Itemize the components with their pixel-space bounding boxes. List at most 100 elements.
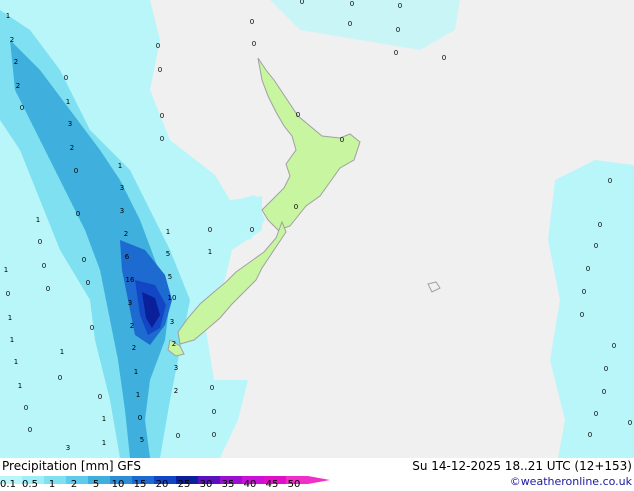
precip-value-label: 0 <box>98 393 102 401</box>
precip-value-label: 3 <box>68 120 72 128</box>
precip-value-label: 0 <box>608 177 612 185</box>
precip-value-label: 0 <box>156 42 160 50</box>
precip-value-label: 0 <box>86 279 90 287</box>
precip-value-label: 2 <box>14 58 18 66</box>
precip-value-label: 0 <box>394 49 398 57</box>
precipitation-map: 1222001320133261632211051000101111000000… <box>0 0 634 458</box>
precip-value-label: 5 <box>140 436 144 444</box>
precip-value-label: 2 <box>124 230 128 238</box>
scale-tick-label: 40 <box>243 479 257 490</box>
precip-value-label: 1 <box>102 415 106 423</box>
precip-value-label: 0 <box>208 226 212 234</box>
precip-value-label: 1 <box>14 358 18 366</box>
scale-tick-label: 10 <box>111 479 125 490</box>
precip-value-label: 1 <box>102 439 106 447</box>
precip-value-label: 0 <box>212 431 216 439</box>
scale-tick-label: 45 <box>265 479 279 490</box>
precip-value-label: 0 <box>46 285 50 293</box>
precip-value-label: 1 <box>10 336 14 344</box>
precip-value-label: 5 <box>166 250 170 258</box>
precip-value-label: 0 <box>586 265 590 273</box>
precip-value-label: 1 <box>208 248 212 256</box>
precip-value-label: 2 <box>70 144 74 152</box>
precip-value-label: 0 <box>612 342 616 350</box>
color-scale-ticks: 0.1 0.5 1 2 5 10 15 20 25 30 35 40 45 50 <box>0 479 330 491</box>
precip-value-label: 0 <box>350 0 354 8</box>
scale-tick-label: 25 <box>177 479 191 490</box>
land-north <box>450 0 634 458</box>
precip-value-label: 0 <box>594 242 598 250</box>
precip-value-label: 1 <box>134 368 138 376</box>
precip-value-label: 1 <box>136 391 140 399</box>
precip-value-label: 0 <box>398 2 402 10</box>
precip-value-label: 1 <box>118 162 122 170</box>
scale-tick-label: 1 <box>48 479 56 490</box>
precip-value-label: 0 <box>396 26 400 34</box>
precip-value-label: 0 <box>602 388 606 396</box>
precip-value-label: 0 <box>212 408 216 416</box>
precip-value-label: 0 <box>74 167 78 175</box>
precip-value-label: 0 <box>158 66 162 74</box>
precip-value-label: 0 <box>348 20 352 28</box>
credit-link[interactable]: ©weatheronline.co.uk <box>510 475 632 488</box>
scale-tick-label: 15 <box>133 479 147 490</box>
precip-value-label: 3 <box>174 364 178 372</box>
precip-value-label: 3 <box>170 318 174 326</box>
precip-value-label: 3 <box>66 444 70 452</box>
precip-value-label: 2 <box>172 340 176 348</box>
precip-value-label: 0 <box>138 414 142 422</box>
scale-tick-label: 2 <box>70 479 78 490</box>
precip-value-label: 0 <box>252 40 256 48</box>
precip-value-label: 1 <box>4 266 8 274</box>
precip-value-label: 1 <box>18 382 22 390</box>
precip-value-label: 3 <box>120 184 124 192</box>
scale-tick-label: 5 <box>92 479 100 490</box>
precip-value-label: 6 <box>125 253 130 261</box>
precip-value-label: 1 <box>60 348 64 356</box>
precip-value-label: 1 <box>8 314 12 322</box>
scale-tick-label: 20 <box>155 479 169 490</box>
precip-value-label: 0 <box>76 210 80 218</box>
precip-value-label: 0 <box>24 404 28 412</box>
precip-value-label: 0 <box>38 238 42 246</box>
precip-value-label: 0 <box>628 419 632 427</box>
precip-value-label: 0 <box>210 384 214 392</box>
precip-value-label: 0 <box>160 135 164 143</box>
precip-value-label: 2 <box>132 344 136 352</box>
scale-tick-label: 35 <box>221 479 235 490</box>
precip-value-label: 2 <box>16 82 20 90</box>
precip-value-label: 0 <box>604 365 608 373</box>
precip-value-label: 0 <box>294 203 298 211</box>
precip-value-label: 0 <box>160 112 164 120</box>
precip-value-label: 0 <box>6 290 10 298</box>
precip-value-label: 0 <box>82 256 86 264</box>
precip-value-label: 0 <box>58 374 62 382</box>
precip-value-label: 0 <box>176 432 180 440</box>
precip-value-label: 0 <box>42 262 46 270</box>
precip-value-label: 2 <box>130 322 134 330</box>
precip-value-label: 1 <box>36 216 40 224</box>
precip-value-label: 1 <box>6 12 10 20</box>
precip-value-label: 0 <box>296 111 300 119</box>
scale-tick-label: 30 <box>199 479 213 490</box>
precip-value-label: 10 <box>168 294 177 302</box>
precip-value-label: 2 <box>10 36 14 44</box>
precip-value-label: 0 <box>340 136 344 144</box>
precip-value-label: 1 <box>66 98 70 106</box>
precip-value-label: 0 <box>442 54 446 62</box>
valid-time: Su 14-12-2025 18..21 UTC (12+153) <box>412 459 632 473</box>
scale-tick-label: 50 <box>287 479 301 490</box>
scale-tick-label: 0.1 <box>0 479 16 490</box>
precip-value-label: 0 <box>64 74 68 82</box>
precip-value-label: 3 <box>128 299 132 307</box>
precip-value-label: 0 <box>598 221 602 229</box>
precip-value-label: 0 <box>588 431 592 439</box>
precip-value-label: 16 <box>126 276 135 284</box>
precip-value-label: 5 <box>168 273 172 281</box>
precip-value-label: 2 <box>174 387 178 395</box>
precip-value-label: 0 <box>580 311 584 319</box>
precip-value-label: 0 <box>20 104 24 112</box>
scale-tick-label: 0.5 <box>22 479 38 490</box>
precip-value-label: 0 <box>594 410 598 418</box>
precip-value-label: 0 <box>300 0 304 6</box>
